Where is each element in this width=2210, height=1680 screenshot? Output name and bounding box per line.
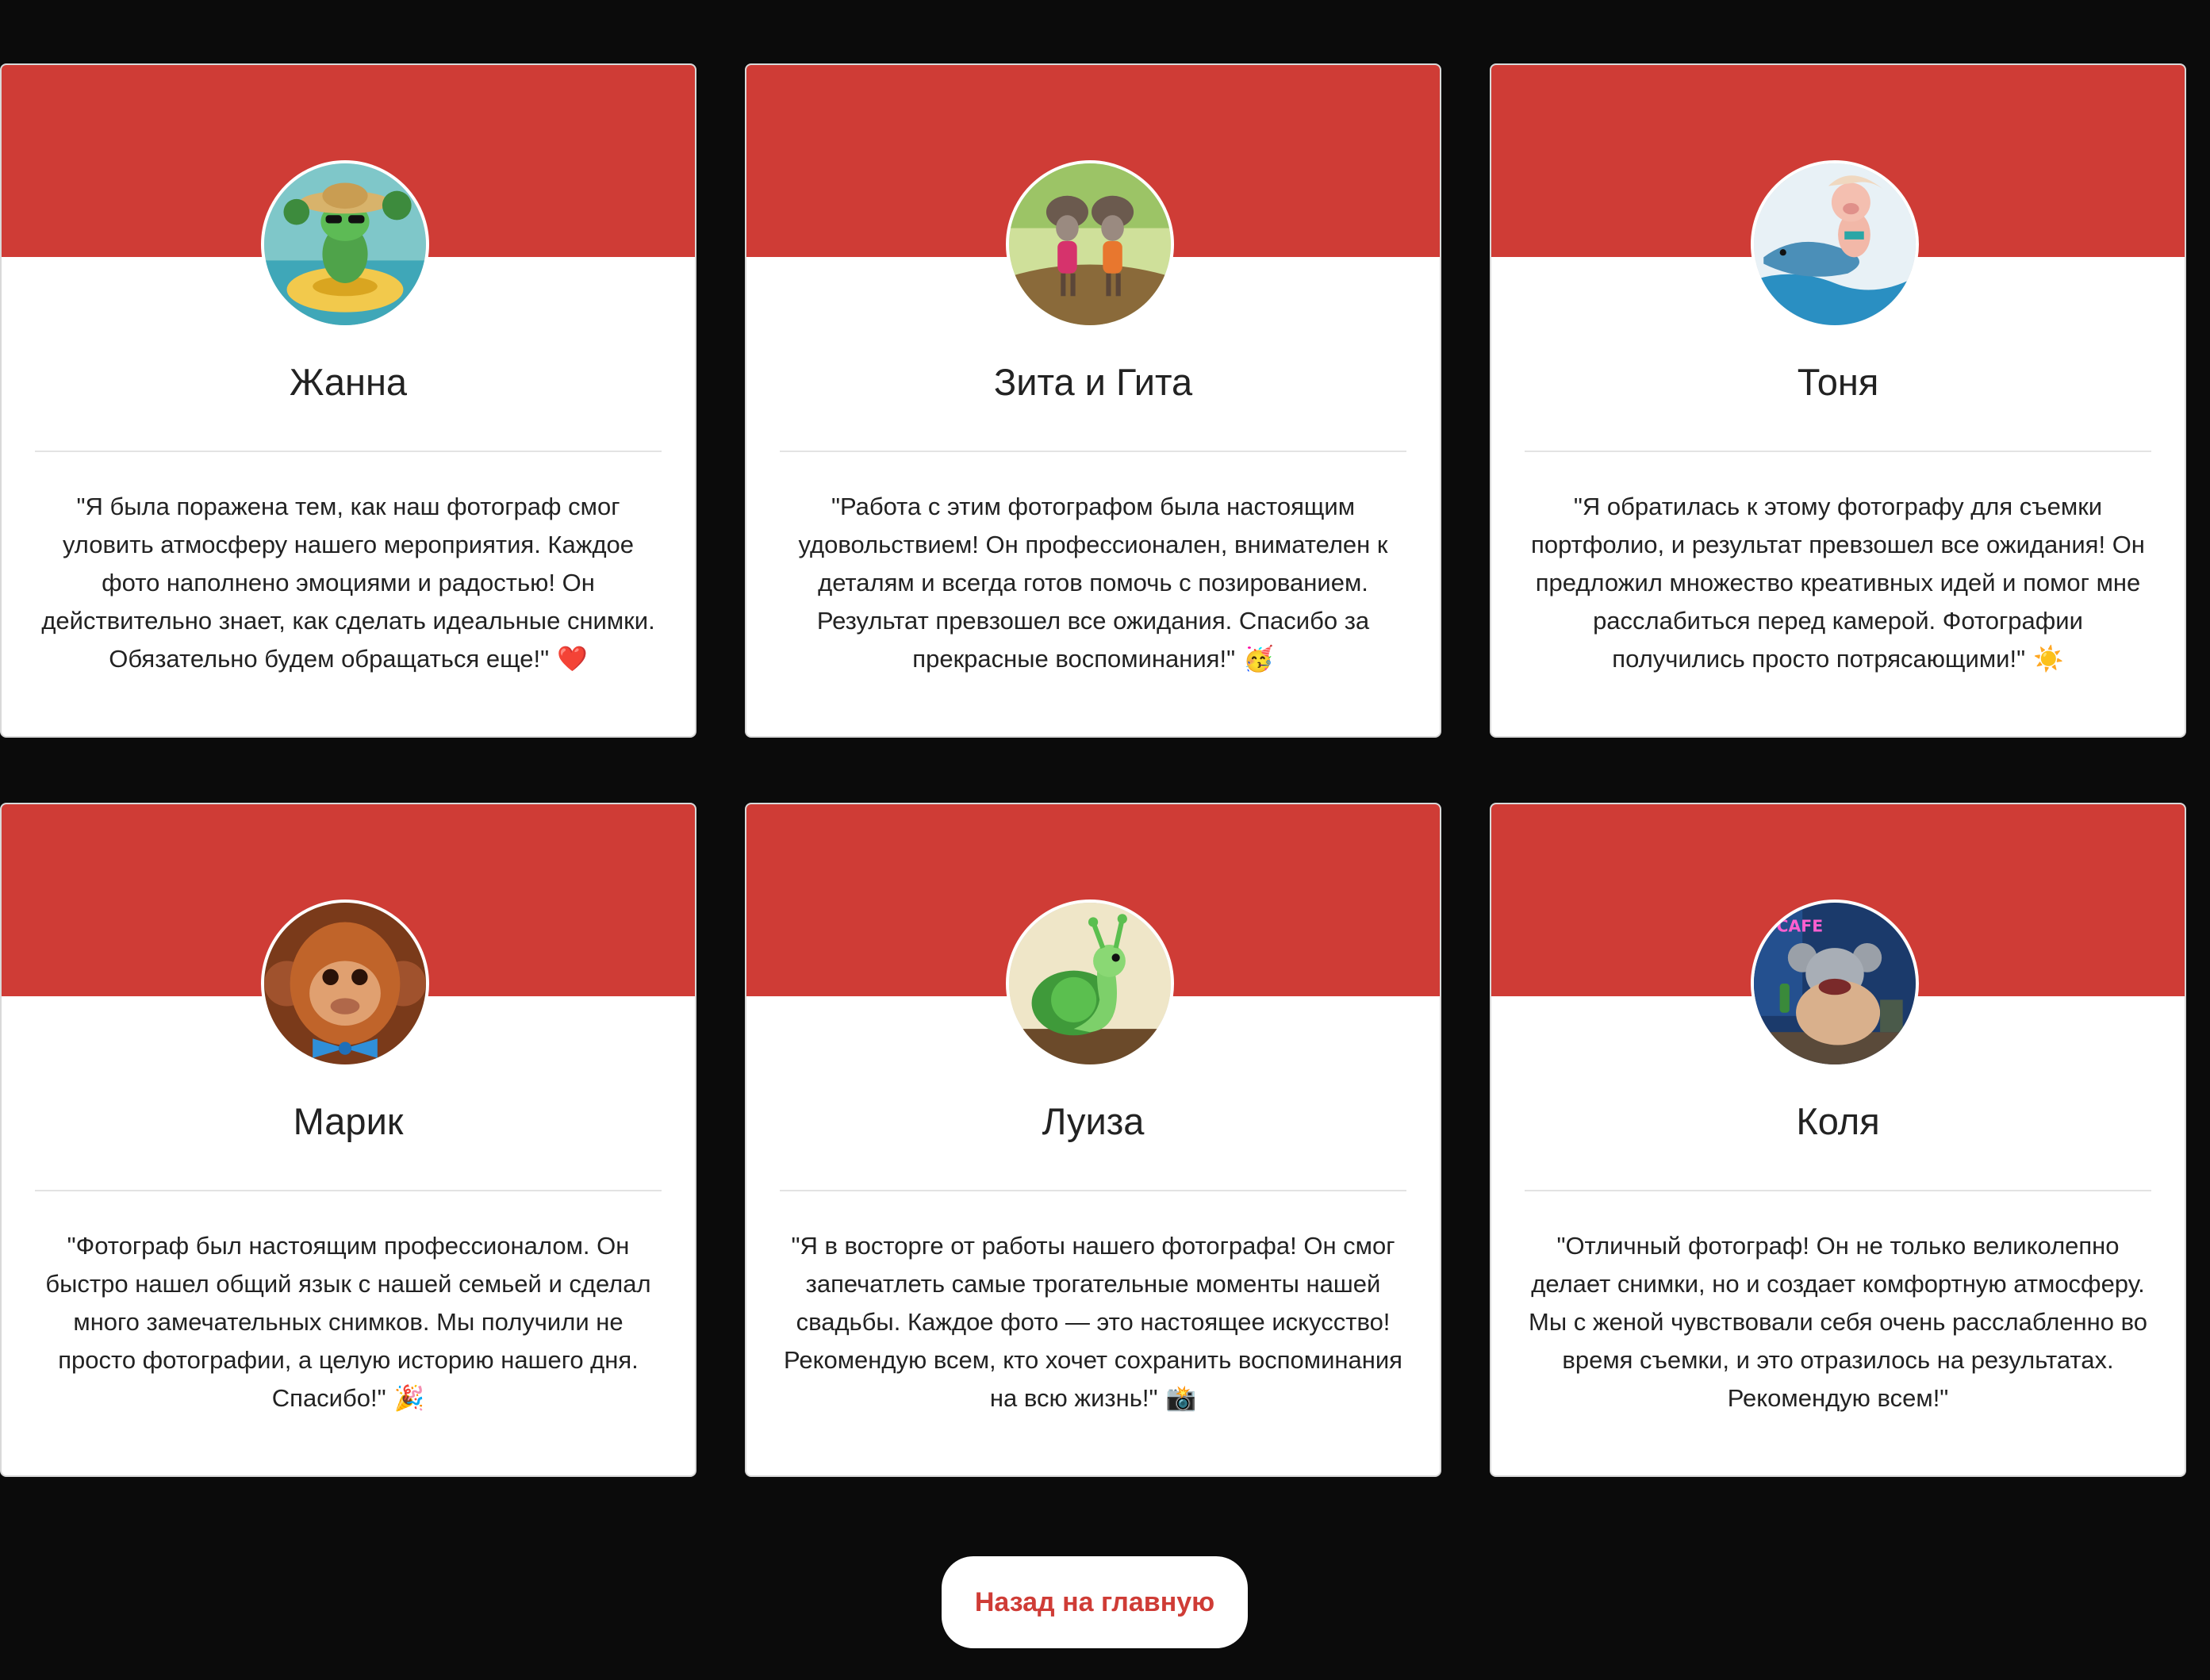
camera-icon: 📸 [1165,1384,1197,1412]
quote-text: "Отличный фотограф! Он не только великол… [1529,1232,2147,1412]
divider [780,451,1406,452]
testimonial-name: Луиза [1042,1100,1145,1142]
testimonial-quote: "Работа с этим фотографом была настоящим… [780,488,1406,678]
party-face-icon: 🥳 [1243,645,1274,673]
snail-avatar-icon [1006,899,1174,1068]
divider [35,451,662,452]
testimonial-quote: "Отличный фотограф! Он не только великол… [1525,1227,2151,1417]
party-popper-icon: 🎉 [393,1384,425,1412]
testimonial-name: Тоня [1797,361,1879,403]
testimonial-name: Жанна [289,361,408,403]
quote-text: "Фотограф был настоящим профессионалом. … [45,1232,651,1412]
testimonial-card: Марик "Фотограф был настоящим профессион… [0,803,696,1477]
testimonial-card: Тоня "Я обратилась к этому фотографу для… [1490,63,2186,738]
pig-dolphin-avatar-icon [1751,160,1919,328]
testimonial-card: CAFE Коля "Отличный фотограф! Он не толь… [1490,803,2186,1477]
testimonial-quote: "Я была поражена тем, как наш фотограф с… [35,488,662,678]
orangutan-avatar-icon [261,899,429,1068]
cafe-sign: CAFE [1777,917,1824,936]
testimonial-card: Зита и Гита "Работа с этим фотографом бы… [745,63,1441,738]
frog-avatar-icon [261,160,429,328]
back-button-wrap: Назад на главную [0,1556,2189,1648]
back-to-home-button[interactable]: Назад на главную [942,1556,1248,1648]
divider [1525,1190,2151,1191]
testimonials-grid: Жанна "Я была поражена тем, как наш фото… [0,63,2189,1477]
divider [780,1190,1406,1191]
testimonial-quote: "Я обратилась к этому фотографу для съем… [1525,488,2151,678]
testimonial-quote: "Я в восторге от работы нашего фотографа… [780,1227,1406,1417]
testimonial-card: Жанна "Я была поражена тем, как наш фото… [0,63,696,738]
quote-text: "Работа с этим фотографом была настоящим… [798,493,1388,673]
divider [1525,451,2151,452]
testimonial-name: Зита и Гита [993,361,1193,403]
divider [35,1190,662,1191]
heart-icon: ❤️ [557,645,588,673]
twins-avatar-icon [1006,160,1174,328]
sun-icon: ☀️ [2033,645,2064,673]
testimonial-name: Марик [293,1100,404,1142]
testimonial-card: Луиза "Я в восторге от работы нашего фот… [745,803,1441,1477]
rat-avatar-icon: CAFE [1751,899,1919,1068]
quote-text: "Я в восторге от работы нашего фотографа… [784,1232,1402,1412]
testimonial-name: Коля [1796,1100,1880,1142]
testimonial-quote: "Фотограф был настоящим профессионалом. … [35,1227,662,1417]
